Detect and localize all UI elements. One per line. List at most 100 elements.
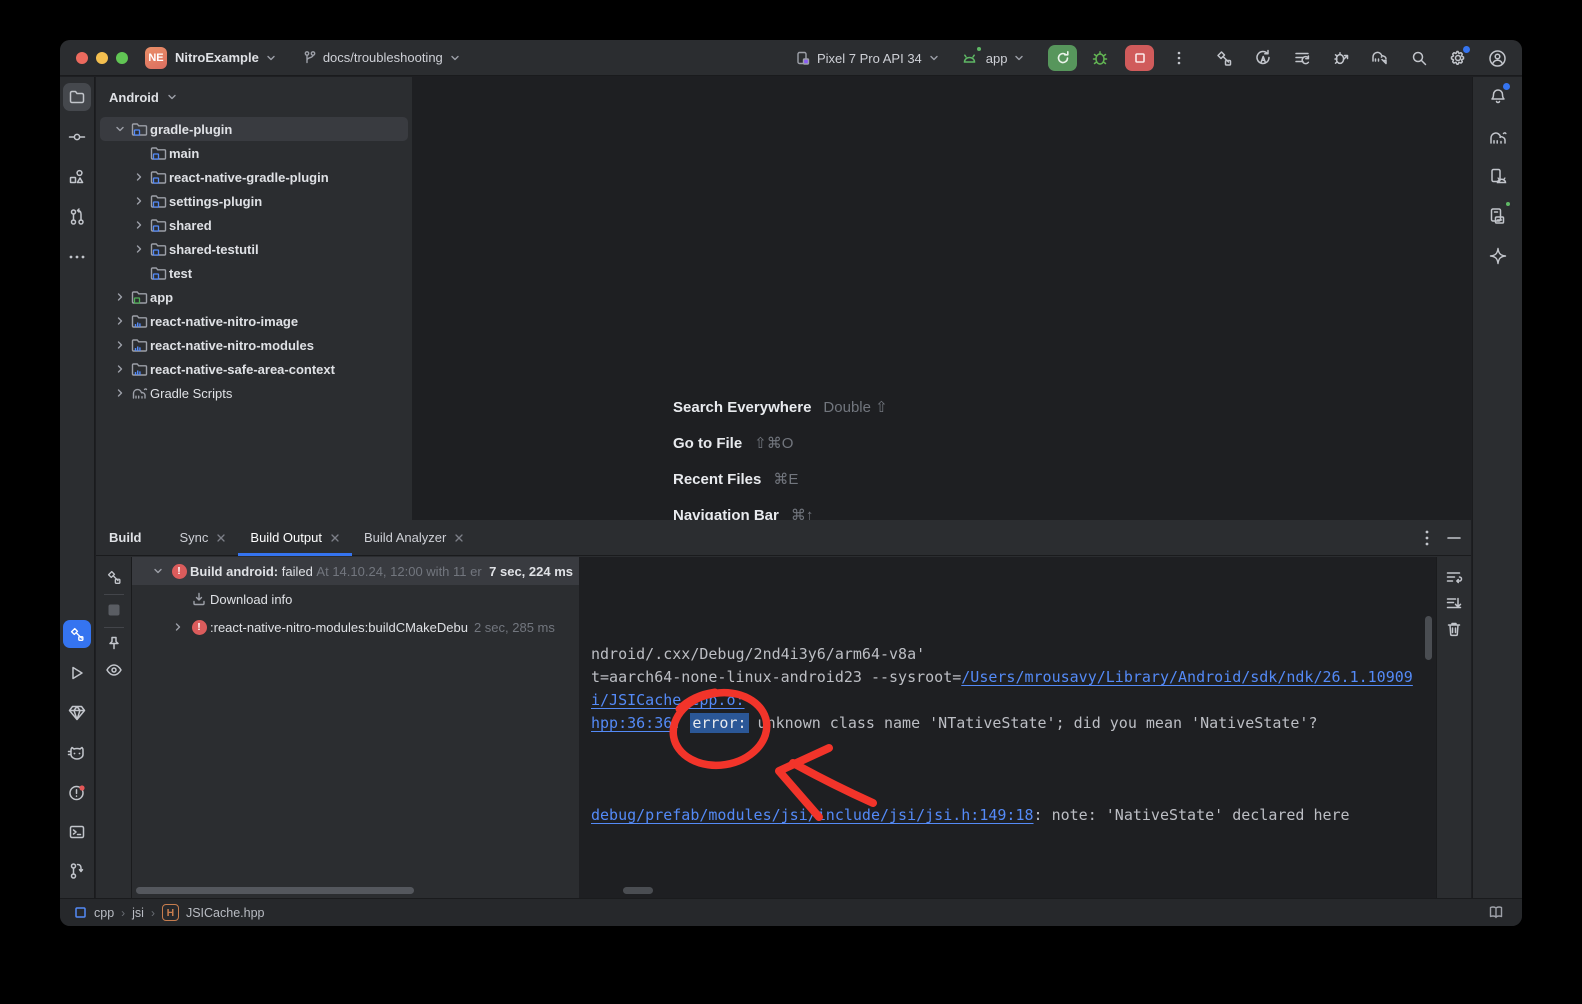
breadcrumb-item[interactable]: jsi xyxy=(132,906,144,920)
console-file-link[interactable]: /Users/mrousavy/Library/Android/sdk/ndk/… xyxy=(961,668,1413,686)
commit-tool-button[interactable] xyxy=(63,123,91,151)
chevron-down-icon xyxy=(927,51,941,65)
horizontal-scrollbar[interactable] xyxy=(623,887,653,894)
debug-button[interactable] xyxy=(1089,47,1111,69)
branch-icon xyxy=(302,50,318,66)
chevron-right-icon[interactable] xyxy=(110,363,129,375)
horizontal-scrollbar[interactable] xyxy=(136,887,414,894)
logcat-tool-button[interactable] xyxy=(63,739,91,767)
gemini-assistant-tool-button[interactable] xyxy=(1484,242,1512,270)
tab-sync[interactable]: Sync xyxy=(168,520,239,556)
chevron-right-icon[interactable] xyxy=(129,195,148,207)
console-file-link[interactable]: hpp:36:36 xyxy=(591,714,672,732)
breadcrumb-item[interactable]: JSICache.hpp xyxy=(186,906,265,920)
notifications-tool-button[interactable] xyxy=(1484,83,1512,111)
account-icon[interactable] xyxy=(1486,47,1508,69)
close-window-button[interactable] xyxy=(76,52,88,64)
stop-button[interactable] xyxy=(1125,45,1154,71)
task-list-icon[interactable] xyxy=(1291,47,1313,69)
chevron-down-icon xyxy=(165,90,179,104)
problems-tool-button[interactable] xyxy=(63,779,91,807)
project-selector[interactable]: NitroExample xyxy=(175,50,278,65)
close-icon[interactable] xyxy=(330,533,340,543)
tab-build-analyzer[interactable]: Build Analyzer xyxy=(352,520,476,556)
more-tool-windows-button[interactable] xyxy=(63,243,91,271)
project-panel: Android gradle-plugin main react-native-… xyxy=(96,77,412,520)
tree-item-react-native-nitro-modules[interactable]: react-native-nitro-modules xyxy=(100,333,408,357)
apply-changes-icon[interactable] xyxy=(1252,47,1274,69)
chevron-down-icon[interactable] xyxy=(110,123,129,135)
more-run-actions-button[interactable] xyxy=(1168,47,1190,69)
chevron-right-icon[interactable] xyxy=(129,171,148,183)
build-project-icon[interactable] xyxy=(1213,47,1235,69)
terminal-tool-button[interactable] xyxy=(63,818,91,846)
chevron-right-icon[interactable] xyxy=(110,339,129,351)
pull-requests-tool-button[interactable] xyxy=(63,203,91,231)
chevron-right-icon[interactable] xyxy=(129,243,148,255)
library-folder-icon xyxy=(129,314,150,329)
vertical-scrollbar[interactable] xyxy=(1425,616,1432,660)
tree-item-react-native-gradle-plugin[interactable]: react-native-gradle-plugin xyxy=(100,165,408,189)
chevron-right-icon[interactable] xyxy=(129,219,148,231)
chevron-down-icon[interactable] xyxy=(148,565,168,577)
running-devices-tool-button[interactable] xyxy=(1484,202,1512,230)
failed-task-row[interactable]: ! :react-native-nitro-modules:buildCMake… xyxy=(132,613,579,641)
tree-item-main[interactable]: main xyxy=(100,141,408,165)
console-line: i/JSICache.cpp.o: xyxy=(591,691,1436,714)
tree-item-test[interactable]: test xyxy=(100,261,408,285)
device-selector[interactable]: Pixel 7 Pro API 34 xyxy=(795,50,941,67)
version-control-tool-button[interactable] xyxy=(63,857,91,885)
chevron-right-icon[interactable] xyxy=(110,387,129,399)
app-inspection-tool-button[interactable] xyxy=(63,699,91,727)
console-file-link[interactable]: i/JSICache.cpp.o: xyxy=(591,691,745,709)
tree-item-react-native-nitro-image[interactable]: react-native-nitro-image xyxy=(100,309,408,333)
tree-item-react-native-safe-area-context[interactable]: react-native-safe-area-context xyxy=(100,357,408,381)
reader-mode-icon[interactable] xyxy=(1488,905,1504,920)
chevron-right-icon[interactable] xyxy=(110,291,129,303)
build-root-row[interactable]: ! Build android: failed At 14.10.24, 12:… xyxy=(132,557,579,585)
view-options-eye-icon[interactable] xyxy=(105,663,123,677)
scroll-to-end-icon[interactable] xyxy=(1446,596,1463,611)
run-configuration-selector[interactable]: app xyxy=(959,47,1027,69)
build-options-kebab-icon[interactable] xyxy=(1425,530,1429,546)
project-tool-button[interactable] xyxy=(63,83,91,111)
gradle-tool-button[interactable] xyxy=(1484,124,1512,152)
search-icon[interactable] xyxy=(1408,47,1430,69)
stop-build-icon[interactable] xyxy=(107,603,121,617)
download-info-row[interactable]: Download info xyxy=(132,585,579,613)
breadcrumb-item[interactable]: cpp xyxy=(94,906,114,920)
zoom-window-button[interactable] xyxy=(116,52,128,64)
restart-build-icon[interactable] xyxy=(105,568,123,586)
tree-item-app[interactable]: app xyxy=(100,285,408,309)
profiler-icon[interactable] xyxy=(1330,47,1352,69)
soft-wrap-icon[interactable] xyxy=(1446,570,1463,585)
close-icon[interactable] xyxy=(454,533,464,543)
tree-item-shared-testutil[interactable]: shared-testutil xyxy=(100,237,408,261)
build-window-title: Build xyxy=(109,530,142,545)
gradle-sync-icon[interactable] xyxy=(1369,47,1391,69)
tab-build-output[interactable]: Build Output xyxy=(238,520,352,556)
project-view-selector[interactable]: Android xyxy=(96,77,412,117)
minimize-window-button[interactable] xyxy=(96,52,108,64)
run-tool-button[interactable] xyxy=(63,659,91,687)
chevron-right-icon[interactable] xyxy=(110,315,129,327)
project-icon: NE xyxy=(145,47,167,69)
build-tool-button[interactable] xyxy=(63,620,91,648)
rerun-button[interactable] xyxy=(1048,45,1077,71)
settings-icon[interactable] xyxy=(1447,47,1469,69)
tree-item-settings-plugin[interactable]: settings-plugin xyxy=(100,189,408,213)
structure-tool-button[interactable] xyxy=(63,163,91,191)
clear-all-trash-icon[interactable] xyxy=(1447,621,1462,637)
tree-item-shared[interactable]: shared xyxy=(100,213,408,237)
tree-item-gradle-scripts[interactable]: Gradle Scripts xyxy=(100,381,408,405)
shortcut-keys: ⌘E xyxy=(773,470,798,488)
close-icon[interactable] xyxy=(216,533,226,543)
running-device-dot xyxy=(1504,200,1512,208)
pin-tab-icon[interactable] xyxy=(106,635,122,651)
vcs-branch-selector[interactable]: docs/troubleshooting xyxy=(302,50,462,66)
console-file-link[interactable]: debug/prefab/modules/jsi/include/jsi/jsi… xyxy=(591,806,1034,824)
tree-item-gradle-plugin[interactable]: gradle-plugin xyxy=(100,117,408,141)
chevron-right-icon[interactable] xyxy=(168,621,188,633)
device-manager-tool-button[interactable] xyxy=(1484,163,1512,191)
hide-tool-window-icon[interactable] xyxy=(1447,536,1461,540)
